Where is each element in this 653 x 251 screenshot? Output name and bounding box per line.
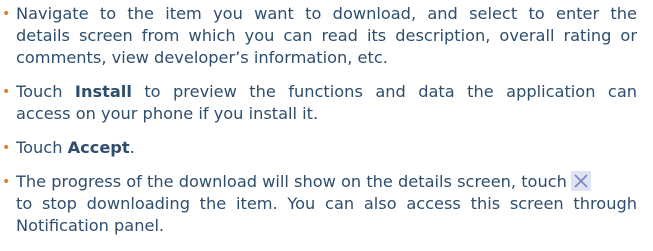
bullet: • bbox=[2, 6, 11, 22]
item-1-line-3: comments, view developer’s information, … bbox=[16, 47, 388, 69]
item-2-text-pre: Touch bbox=[16, 82, 75, 101]
item-2-text-2: access on your phone if you install it. bbox=[16, 104, 319, 123]
item-3-text-post: . bbox=[129, 138, 135, 157]
install-label: Install bbox=[74, 82, 132, 101]
instruction-list: • Navigate to the item you want to downl… bbox=[0, 0, 653, 251]
item-4-text-2: to stop downloading the item. You can al… bbox=[16, 194, 637, 213]
item-1-text-1: Navigate to the item you want to downloa… bbox=[16, 4, 637, 23]
close-x-icon bbox=[570, 171, 591, 191]
item-4-line-1: • The progress of the download will show… bbox=[2, 171, 637, 193]
item-1-line-2: details screen from which you can read i… bbox=[16, 25, 637, 47]
item-3-text-pre: Touch bbox=[16, 138, 68, 157]
item-1-text-2: details screen from which you can read i… bbox=[16, 26, 637, 45]
item-4-text-1: The progress of the download will show o… bbox=[16, 172, 567, 191]
item-1-line-1: • Navigate to the item you want to downl… bbox=[2, 3, 637, 25]
item-2-line-2: access on your phone if you install it. bbox=[16, 103, 318, 125]
item-3-line-1: • Touch Accept. bbox=[2, 137, 135, 159]
bullet: • bbox=[2, 174, 11, 190]
item-4-line-2: to stop downloading the item. You can al… bbox=[16, 193, 637, 215]
bullet: • bbox=[2, 84, 11, 100]
item-4-text-3: Notification panel. bbox=[16, 216, 165, 235]
bullet: • bbox=[2, 140, 11, 156]
item-2-line-1: • Touch Install to preview the functions… bbox=[2, 81, 637, 103]
item-2-text-post: to preview the functions and data the ap… bbox=[131, 82, 637, 101]
accept-label: Accept bbox=[67, 138, 130, 157]
item-1-text-3: comments, view developer’s information, … bbox=[16, 48, 388, 67]
item-4-line-3: Notification panel. bbox=[16, 215, 164, 237]
